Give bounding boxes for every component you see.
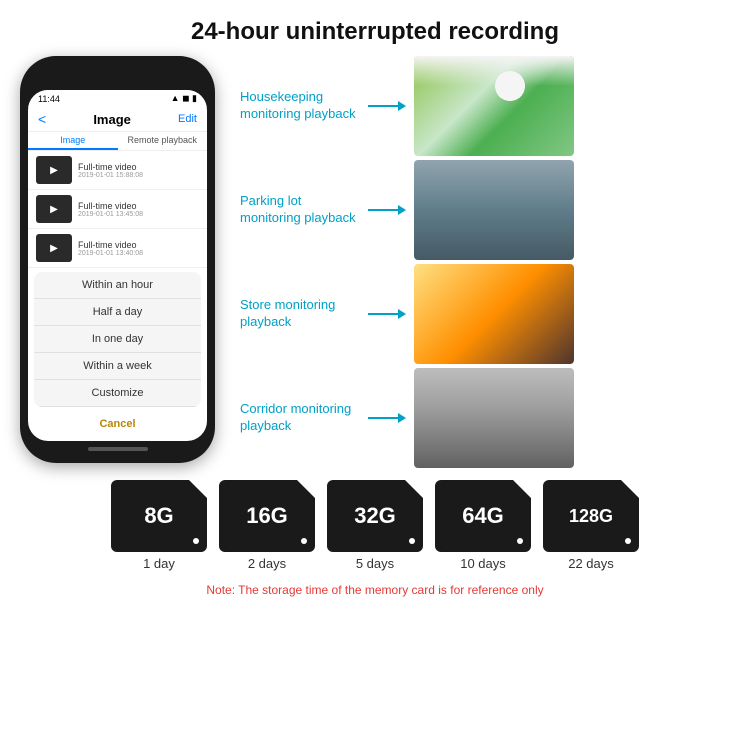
sd-card-32g: 32G xyxy=(327,480,423,552)
monitoring-item-corridor: Corridor monitoring playback xyxy=(240,368,730,468)
monitoring-image-store xyxy=(414,264,574,364)
nav-title: Image xyxy=(93,112,131,127)
dropdown-cancel-button[interactable]: Cancel xyxy=(34,411,201,437)
sd-card-16g: 16G xyxy=(219,480,315,552)
sd-card-item-16g: 16G 2 days xyxy=(219,480,315,571)
sd-size-64g: 64G xyxy=(462,503,504,529)
connector-1 xyxy=(368,101,406,111)
sd-size-16g: 16G xyxy=(246,503,288,529)
sd-days-64g: 10 days xyxy=(460,556,506,571)
video-thumbnail-2: ▶ xyxy=(36,195,72,223)
dropdown-item-4[interactable]: Within a week xyxy=(34,353,201,380)
sd-size-8g: 8G xyxy=(144,503,173,529)
video-title-2: Full-time video xyxy=(78,201,199,211)
phone-home-bar xyxy=(88,447,148,451)
sd-card-128g: 128G xyxy=(543,480,639,552)
back-button[interactable]: < xyxy=(38,111,46,127)
phone-notch xyxy=(78,66,158,86)
dropdown-item-1[interactable]: Within an hour xyxy=(34,272,201,299)
monitoring-label-store: Store monitoring playback xyxy=(240,297,360,331)
phone-nav-bar: < Image Edit xyxy=(28,107,207,132)
phone-tabs: Image Remote playback xyxy=(28,132,207,151)
connector-line-1 xyxy=(368,105,398,107)
sd-size-32g: 32G xyxy=(354,503,396,529)
main-content: 11:44 ▲ ◼ ▮ < Image Edit Image Remote pl… xyxy=(0,56,750,468)
sd-dot-128g xyxy=(625,538,631,544)
storage-note: Note: The storage time of the memory car… xyxy=(206,583,543,597)
sd-card-item-8g: 8G 1 day xyxy=(111,480,207,571)
sd-days-16g: 2 days xyxy=(248,556,286,571)
monitoring-item-housekeeping: Housekeeping monitoring playback xyxy=(240,56,730,156)
connector-2 xyxy=(368,205,406,215)
sd-days-8g: 1 day xyxy=(143,556,175,571)
sd-size-128g: 128G xyxy=(569,506,613,527)
tab-image[interactable]: Image xyxy=(28,132,118,150)
monitoring-label-corridor: Corridor monitoring playback xyxy=(240,401,360,435)
monitoring-item-parking: Parking lot monitoring playback xyxy=(240,160,730,260)
video-thumbnail-3: ▶ xyxy=(36,234,72,262)
video-date-3: 2019-01-01 13:40:08 xyxy=(78,250,199,257)
sd-dot-32g xyxy=(409,538,415,544)
monitoring-item-store: Store monitoring playback xyxy=(240,264,730,364)
connector-arrow-4 xyxy=(398,413,406,423)
sd-dot-64g xyxy=(517,538,523,544)
sd-card-item-128g: 128G 22 days xyxy=(543,480,639,571)
sd-days-32g: 5 days xyxy=(356,556,394,571)
video-thumbnail: ▶ xyxy=(36,156,72,184)
sd-days-128g: 22 days xyxy=(568,556,614,571)
video-item-3[interactable]: ▶ Full-time video 2019-01-01 13:40:08 xyxy=(28,229,207,268)
phone-time: 11:44 xyxy=(38,94,60,104)
video-date-2: 2019-01-01 13:45:08 xyxy=(78,211,199,218)
monitoring-image-parking xyxy=(414,160,574,260)
connector-line-2 xyxy=(368,209,398,211)
connector-arrow-2 xyxy=(398,205,406,215)
sd-card-64g: 64G xyxy=(435,480,531,552)
video-item-1[interactable]: ▶ Full-time video 2019-01-01 15:88:08 xyxy=(28,151,207,190)
phone-status-bar: 11:44 ▲ ◼ ▮ xyxy=(28,90,207,107)
monitoring-label-housekeeping: Housekeeping monitoring playback xyxy=(240,89,360,123)
sd-card-item-32g: 32G 5 days xyxy=(327,480,423,571)
sd-cards-row: 8G 1 day 16G 2 days 32G 5 days 64G xyxy=(111,480,639,571)
monitoring-label-parking: Parking lot monitoring playback xyxy=(240,193,360,227)
sd-section: 8G 1 day 16G 2 days 32G 5 days 64G xyxy=(0,468,750,605)
phone-body: 11:44 ▲ ◼ ▮ < Image Edit Image Remote pl… xyxy=(20,56,215,463)
video-date-1: 2019-01-01 15:88:08 xyxy=(78,172,199,179)
monitoring-container: Housekeeping monitoring playback Parking… xyxy=(240,56,730,468)
connector-3 xyxy=(368,309,406,319)
connector-line-4 xyxy=(368,417,398,419)
dropdown-item-3[interactable]: In one day xyxy=(34,326,201,353)
page-title: 24-hour uninterrupted recording xyxy=(0,0,750,56)
monitoring-image-housekeeping xyxy=(414,56,574,156)
connector-arrow-3 xyxy=(398,309,406,319)
monitoring-image-corridor xyxy=(414,368,574,468)
phone-icons: ▲ ◼ ▮ xyxy=(171,93,197,104)
tab-remote[interactable]: Remote playback xyxy=(118,132,208,150)
edit-button[interactable]: Edit xyxy=(178,113,197,125)
connector-4 xyxy=(368,413,406,423)
video-title-1: Full-time video xyxy=(78,162,199,172)
connector-line-3 xyxy=(368,313,398,315)
dropdown-item-2[interactable]: Half a day xyxy=(34,299,201,326)
sd-card-item-64g: 64G 10 days xyxy=(435,480,531,571)
video-title-3: Full-time video xyxy=(78,240,199,250)
sd-dot-8g xyxy=(193,538,199,544)
phone-mockup: 11:44 ▲ ◼ ▮ < Image Edit Image Remote pl… xyxy=(20,56,230,468)
dropdown-menu: Within an hour Half a day In one day Wit… xyxy=(34,272,201,407)
connector-arrow-1 xyxy=(398,101,406,111)
video-item-2[interactable]: ▶ Full-time video 2019-01-01 13:45:08 xyxy=(28,190,207,229)
phone-screen: 11:44 ▲ ◼ ▮ < Image Edit Image Remote pl… xyxy=(28,90,207,441)
sd-card-8g: 8G xyxy=(111,480,207,552)
sd-dot-16g xyxy=(301,538,307,544)
dropdown-item-5[interactable]: Customize xyxy=(34,380,201,407)
